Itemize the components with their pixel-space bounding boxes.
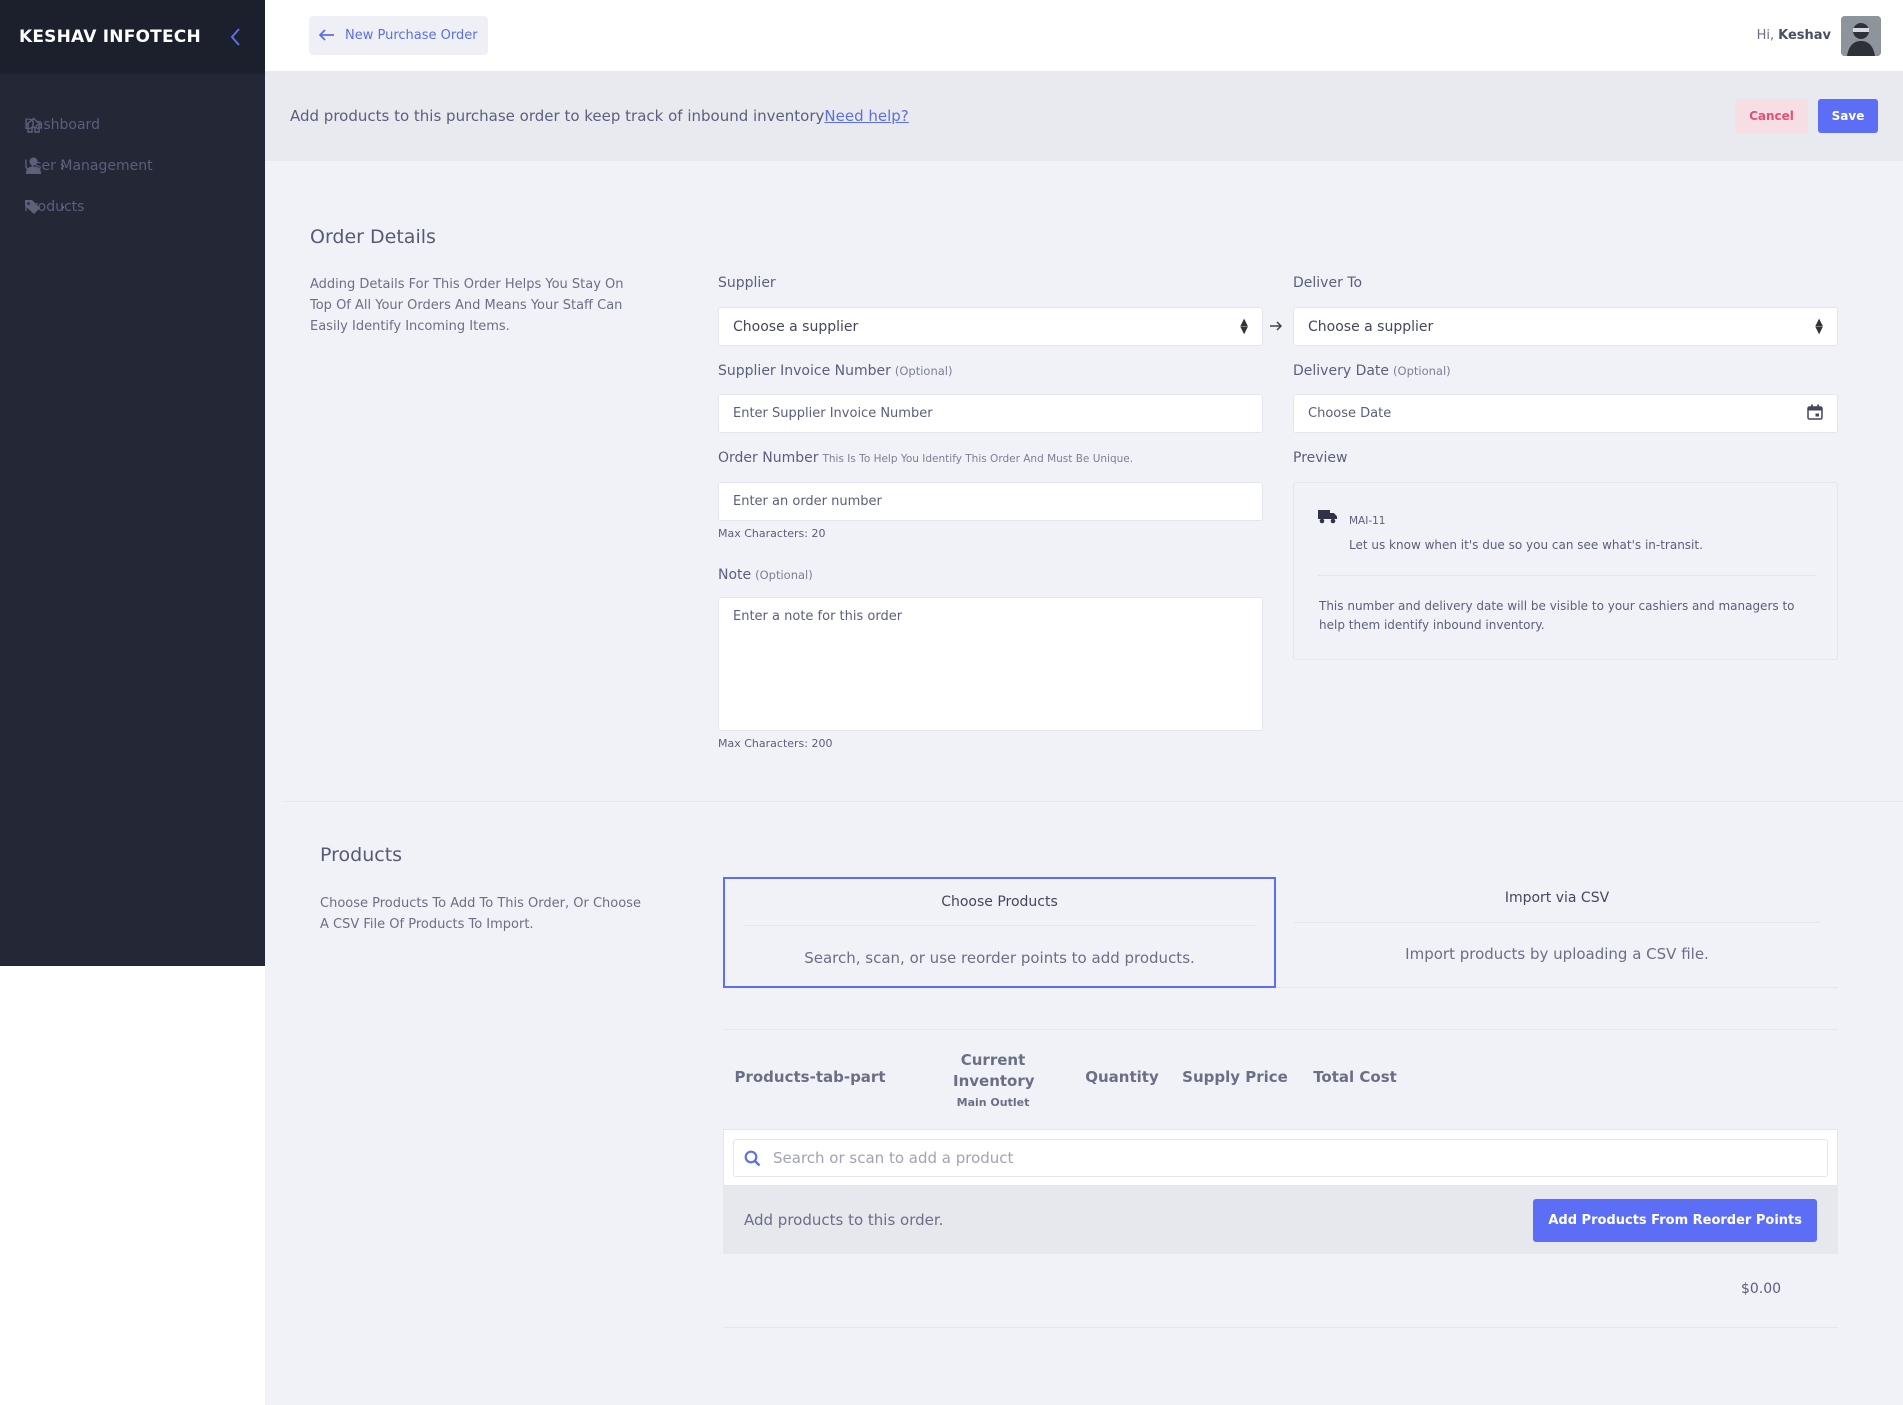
column-header-total-cost: Total Cost [1313,1068,1397,1086]
table-bottom-divider [723,1327,1838,1328]
column-header-inventory-text: Current Inventory [953,1051,1035,1090]
sidebar-item-dashboard[interactable]: Dashboard [0,104,265,145]
note-max-hint: Max Characters: 200 [718,737,833,750]
tab-description: Search, scan, or use reorder points to a… [804,949,1195,967]
delivery-date-placeholder: Choose Date [1308,406,1392,421]
save-button[interactable]: Save [1818,99,1878,133]
sidebar: KESHAV INFOTECH Dashboard User Managemen… [0,0,265,966]
preview-due-text: Let us know when it's due so you can see… [1349,538,1703,552]
order-number-placeholder: Enter an order number [733,494,882,509]
note-label: Note (Optional) [718,567,813,583]
products-description: Choose Products To Add To This Order, Or… [320,896,641,932]
info-text: Add products to this purchase order to k… [290,107,909,125]
search-placeholder: Search or scan to add a product [773,1149,1014,1167]
need-help-link[interactable]: Need help? [824,107,908,125]
table-top-divider [723,1029,1838,1030]
preview-card: MAI-11 Let us know when it's due so you … [1293,482,1838,660]
empty-products-bar: Add products to this order. Add Products… [723,1186,1838,1254]
avatar[interactable] [1841,15,1881,56]
note-textarea[interactable]: Enter a note for this order [718,597,1263,731]
truck-icon [1318,509,1338,528]
greeting-text: Hi, [1756,28,1775,43]
preview-note: This number and delivery date will be vi… [1319,599,1795,632]
order-number-input[interactable]: Enter an order number [718,482,1263,521]
product-search-input[interactable]: Search or scan to add a product [733,1139,1828,1177]
note-placeholder: Enter a note for this order [733,609,903,624]
invoice-number-placeholder: Enter Supplier Invoice Number [733,406,933,421]
info-message: Add products to this purchase order to k… [290,107,825,125]
sidebar-header: KESHAV INFOTECH [0,0,265,74]
column-header-product: Products-tab-part [734,1068,886,1086]
preview-label: Preview [1293,450,1348,466]
order-number-label: Order Number This Is To Help You Identify… [718,450,1133,466]
column-header-supply-price: Supply Price [1182,1068,1288,1086]
note-label-text: Note [718,567,752,583]
product-search-container: Search or scan to add a product [723,1129,1838,1186]
brand-logo-text: KESHAV INFOTECH [19,27,201,47]
optional-tag: (Optional) [1393,364,1451,378]
preview-divider [1318,575,1817,576]
empty-products-text: Add products to this order. [744,1211,944,1229]
tab-title: Choose Products [941,894,1058,910]
order-details-description: Adding Details For This Order Helps You … [310,277,624,334]
tab-divider [1294,922,1820,923]
column-header-quantity: Quantity [1085,1068,1159,1086]
collapse-sidebar-icon[interactable] [224,26,246,48]
topbar: New Purchase Order Hi, Keshav [265,0,1903,71]
cancel-button[interactable]: Cancel [1735,99,1808,133]
order-number-label-text: Order Number [718,450,819,466]
page-title: New Purchase Order [345,28,478,43]
add-from-reorder-points-button[interactable]: Add Products From Reorder Points [1533,1198,1817,1242]
user-menu[interactable]: Hi, Keshav [1756,15,1881,56]
preview-order-code: MAI-11 [1349,515,1386,527]
order-total: $0.00 [1741,1281,1782,1297]
select-caret-icon: ▲ ▼ [1240,316,1248,336]
invoice-number-label-text: Supplier Invoice Number [718,363,891,379]
select-caret-icon: ▲ ▼ [1815,316,1823,336]
section-divider [283,801,1903,802]
delivery-date-input[interactable]: Choose Date [1293,394,1838,433]
supplier-select[interactable]: Choose a supplier ▲ ▼ [718,307,1263,346]
sidebar-item-label: User Management [24,157,153,174]
blank-area [0,966,262,1405]
search-icon [744,1150,761,1167]
delivery-date-label-text: Delivery Date [1293,363,1390,379]
invoice-number-label: Supplier Invoice Number (Optional) [718,363,952,379]
sidebar-item-products[interactable]: Products › [0,186,265,227]
order-number-max-hint: Max Characters: 20 [718,527,826,540]
sidebar-item-label: Dashboard [24,116,100,133]
tab-choose-products[interactable]: Choose Products Search, scan, or use reo… [723,877,1276,988]
invoice-number-input[interactable]: Enter Supplier Invoice Number [718,394,1263,433]
deliver-to-select-value: Choose a supplier [1308,318,1434,335]
info-bar: Add products to this purchase order to k… [265,71,1903,161]
supplier-label: Supplier [718,275,776,291]
optional-tag: (Optional) [894,364,953,378]
sidebar-item-label: Products [24,198,85,215]
products-title: Products [320,844,403,866]
sidebar-nav: Dashboard User Management › Products › [0,104,265,227]
calendar-icon[interactable] [1807,404,1823,424]
supplier-select-value: Choose a supplier [733,318,859,335]
arrow-left-icon [318,26,335,45]
column-header-outlet: Main Outlet [956,1096,1030,1109]
tab-description: Import products by uploading a CSV file. [1405,945,1709,963]
delivery-date-label: Delivery Date (Optional) [1293,363,1451,379]
user-name: Keshav [1778,28,1831,43]
deliver-to-label: Deliver To [1293,275,1363,291]
back-button[interactable]: New Purchase Order [309,16,488,55]
deliver-to-select[interactable]: Choose a supplier ▲ ▼ [1293,307,1838,346]
column-header-current-inventory: Current Inventory Main Outlet [953,1050,1035,1113]
tab-title: Import via CSV [1504,890,1610,906]
order-number-hint: This Is To Help You Identify This Order … [822,453,1134,465]
tab-divider [743,925,1256,926]
arrow-right-icon [1269,317,1283,331]
order-details-title: Order Details [310,226,436,248]
optional-tag: (Optional) [755,568,813,582]
tab-import-csv[interactable]: Import via CSV Import products by upload… [1276,877,1838,988]
main-content: Add products to this purchase order to k… [265,71,1903,1405]
sidebar-item-user-management[interactable]: User Management › [0,145,265,186]
